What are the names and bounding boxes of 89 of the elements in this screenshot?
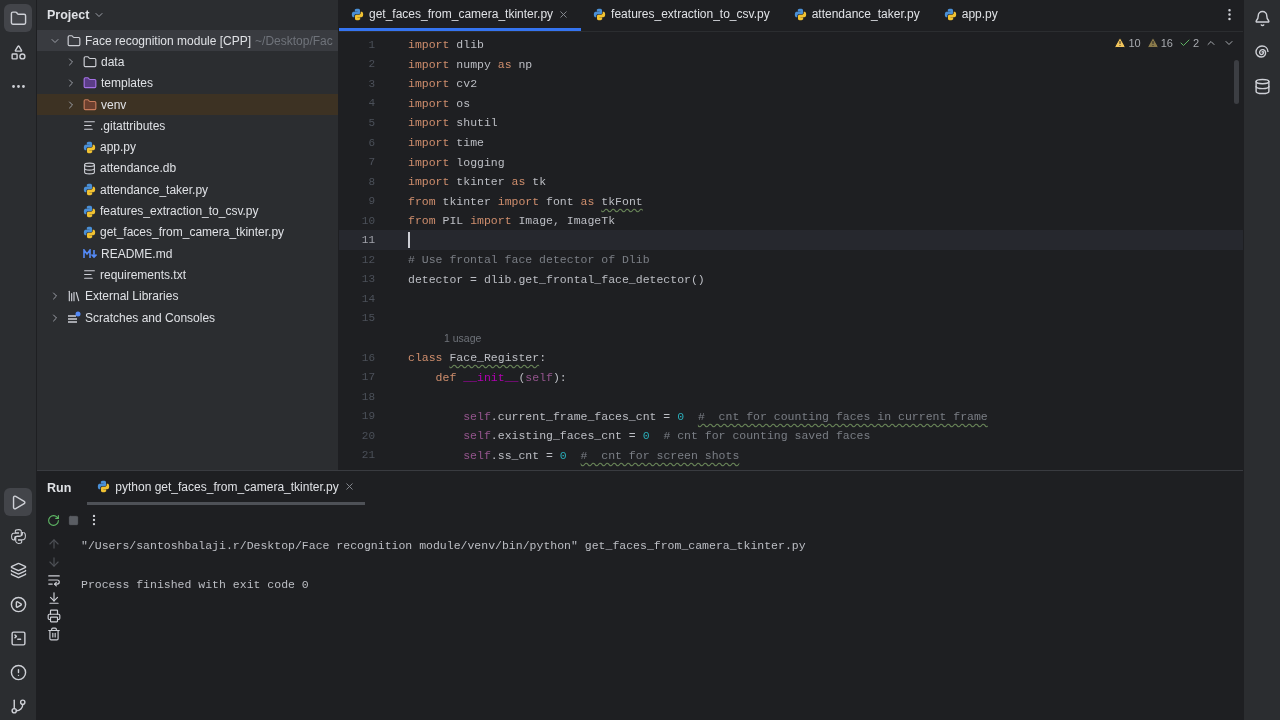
tree-item[interactable]: app.py bbox=[37, 136, 338, 158]
folder-icon[interactable] bbox=[9, 9, 27, 27]
panel-title[interactable]: Project bbox=[47, 8, 90, 22]
project-tool-button[interactable] bbox=[4, 4, 32, 32]
code-line: self.existing_faces_cnt = 0 # cnt for counting saved faces bbox=[462, 429, 871, 443]
tree-item[interactable]: Scratches and Consoles bbox=[37, 306, 338, 329]
code-line: detector = dlib.get_frontal_face_detector() bbox=[408, 272, 705, 286]
soft-wrap-icon[interactable] bbox=[47, 573, 61, 587]
tree-item[interactable]: Face recognition module [CPP] ~/Desktop/Fac bbox=[37, 30, 338, 52]
text-file-icon bbox=[83, 119, 96, 133]
tree-item[interactable]: venv bbox=[37, 93, 338, 116]
editor-tab[interactable]: get_faces_from_camera_tkinter.py bbox=[339, 0, 582, 31]
python-file-icon bbox=[83, 225, 96, 239]
editor-tab[interactable]: attendance_taker.py bbox=[781, 0, 932, 31]
close-icon[interactable] bbox=[343, 481, 355, 492]
code-line: import numpy as np bbox=[408, 57, 533, 71]
code-line: class Face_Register: bbox=[408, 351, 547, 364]
branch-icon[interactable] bbox=[9, 697, 27, 715]
editor-tab[interactable]: features_extraction_to_csv.py bbox=[581, 0, 782, 31]
editor-tab[interactable]: app.py bbox=[931, 0, 1010, 31]
text-file-icon bbox=[83, 268, 96, 282]
code-line: from tkinter import font as tkFont bbox=[408, 194, 643, 208]
code-line: self.current_frame_faces_cnt = 0 # cnt for counting faces in current frame bbox=[462, 409, 988, 423]
folder-icon bbox=[83, 54, 97, 69]
folder-icon bbox=[67, 33, 81, 48]
tree-item[interactable]: README.md bbox=[37, 242, 338, 265]
stop-icon[interactable] bbox=[68, 514, 79, 526]
run-tab[interactable]: python get_faces_from_camera_tkinter.py bbox=[87, 471, 365, 505]
tree-item[interactable]: templates bbox=[37, 72, 338, 94]
markdown-file-icon bbox=[83, 248, 97, 259]
code-line: # Use frontal face detector of Dlib bbox=[408, 253, 650, 267]
tree-item[interactable]: requirements.txt bbox=[37, 264, 338, 286]
rerun-icon[interactable] bbox=[47, 513, 60, 527]
trash-icon[interactable] bbox=[47, 627, 61, 641]
library-icon bbox=[67, 289, 81, 304]
tree-item[interactable]: External Libraries bbox=[37, 285, 338, 307]
scratches-icon bbox=[67, 311, 81, 324]
console-output: "/Users/santoshbalaji.r/Desktop/Face recognition module/venv/bin/python" get_faces_from_camera_tkinter.py bbox=[81, 539, 807, 554]
project-path: ~/Desktop/Fac bbox=[255, 33, 333, 48]
typo-count[interactable]: 2 bbox=[1192, 37, 1199, 49]
python-file-icon bbox=[83, 204, 96, 218]
console-output: Process finished with exit code 0 bbox=[81, 578, 310, 593]
text-caret bbox=[408, 232, 410, 249]
python-file-icon bbox=[943, 7, 957, 21]
database-icon bbox=[83, 161, 96, 175]
python-file-icon bbox=[351, 7, 364, 21]
code-line: import os bbox=[408, 96, 471, 110]
scroll-to-end-icon[interactable] bbox=[47, 591, 61, 605]
folder-icon bbox=[83, 76, 97, 91]
tree-item[interactable]: features_extraction_to_csv.py bbox=[37, 200, 338, 222]
python-icon[interactable] bbox=[9, 527, 27, 545]
close-icon[interactable] bbox=[558, 8, 570, 20]
shapes-icon[interactable] bbox=[9, 43, 27, 61]
code-line: self.ss_cnt = 0 # cnt for screen shots bbox=[462, 448, 740, 462]
line-number: 11 bbox=[360, 234, 375, 247]
usage-hint[interactable]: 1 usage bbox=[444, 331, 482, 344]
spiral-icon[interactable] bbox=[1253, 43, 1271, 61]
run-tool-button[interactable] bbox=[4, 488, 32, 516]
code-line: from PIL import Image, ImageTk bbox=[408, 214, 616, 228]
database-icon[interactable] bbox=[1253, 77, 1271, 95]
python-file-icon bbox=[593, 7, 607, 21]
folder-icon bbox=[83, 97, 97, 112]
code-line: import cv2 bbox=[408, 77, 478, 91]
alert-icon[interactable] bbox=[9, 663, 27, 681]
python-file-icon bbox=[793, 7, 807, 21]
tree-item[interactable]: attendance.db bbox=[37, 157, 338, 180]
layers-icon[interactable] bbox=[9, 561, 27, 579]
typo-check-icon bbox=[1178, 37, 1191, 49]
play-circle-icon[interactable] bbox=[9, 595, 27, 613]
bell-icon[interactable] bbox=[1253, 9, 1271, 27]
code-line: import logging bbox=[408, 155, 505, 169]
code-line: import dlib bbox=[408, 38, 484, 52]
print-icon[interactable] bbox=[47, 609, 61, 623]
warning-count[interactable]: 10 bbox=[1128, 37, 1141, 49]
code-line: import time bbox=[408, 136, 484, 149]
scrollbar-thumb[interactable] bbox=[1234, 60, 1239, 104]
tree-item[interactable]: attendance_taker.py bbox=[37, 179, 338, 201]
code-line: import shutil bbox=[408, 116, 498, 130]
weak-warning-count[interactable]: 16 bbox=[1160, 37, 1173, 49]
tree-item[interactable]: .gitattributes bbox=[37, 115, 338, 137]
panel-title: Run bbox=[47, 480, 72, 497]
tree-item[interactable]: data bbox=[37, 51, 338, 73]
code-line: def __init__(self): bbox=[434, 370, 567, 384]
python-file-icon bbox=[97, 480, 111, 493]
terminal-icon[interactable] bbox=[9, 629, 27, 647]
python-file-icon bbox=[83, 183, 96, 197]
python-file-icon bbox=[83, 140, 96, 154]
code-line: import tkinter as tk bbox=[408, 175, 547, 189]
tree-item[interactable]: get_faces_from_camera_tkinter.py bbox=[37, 221, 338, 243]
